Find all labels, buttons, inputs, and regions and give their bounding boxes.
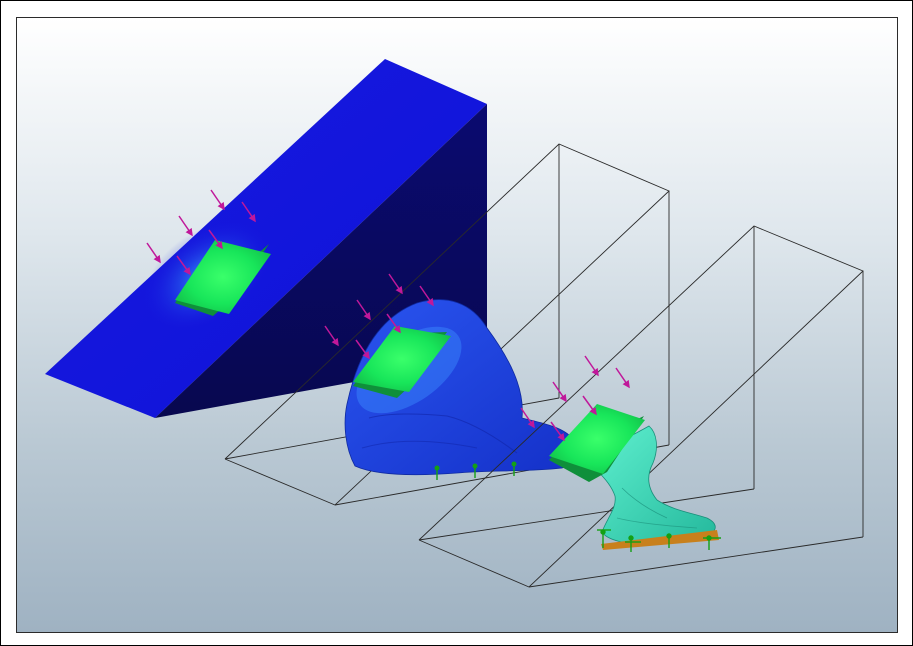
load-arrow-icon <box>146 242 161 264</box>
fea-scene <box>45 59 864 588</box>
window-frame <box>0 0 913 646</box>
load-arrow-icon <box>615 367 630 389</box>
3d-viewport[interactable] <box>16 17 898 633</box>
load-arrow-icon <box>552 381 567 403</box>
load-arrow-icon <box>178 215 193 237</box>
load-arrow-icon <box>584 355 599 377</box>
load-arrow-icon <box>582 395 597 416</box>
support-constraint-icon <box>703 535 721 550</box>
load-arrow-icon <box>210 189 225 211</box>
